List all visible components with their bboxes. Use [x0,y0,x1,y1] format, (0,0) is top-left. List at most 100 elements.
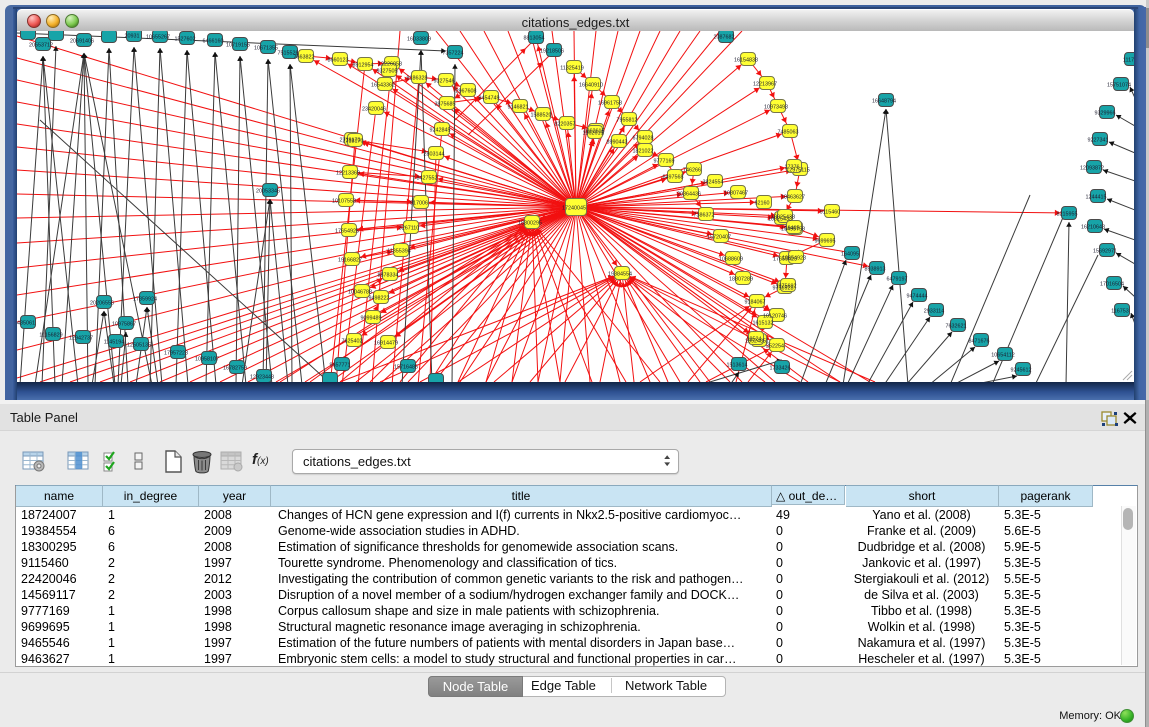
svg-text:7515526: 7515526 [278,51,299,57]
svg-text:20053346: 20053346 [256,189,280,195]
svg-text:19166827: 19166827 [338,258,362,264]
svg-text:17240045: 17240045 [562,206,586,212]
svg-text:8660123: 8660123 [328,58,349,64]
svg-text:1362615: 1362615 [583,131,604,137]
svg-text:2087682: 2087682 [714,35,735,41]
svg-text:9777169: 9777169 [654,159,675,165]
svg-text:9227341: 9227341 [1088,138,1109,144]
svg-text:7485063: 7485063 [778,130,799,136]
svg-text:8878334: 8878334 [378,273,399,279]
svg-text:12923448: 12923448 [250,375,274,381]
svg-text:7386372: 7386372 [694,213,715,219]
svg-text:7955812: 7955812 [617,118,638,124]
svg-text:3875685: 3875685 [435,102,456,108]
svg-text:1244415: 1244415 [1086,195,1107,201]
svg-text:19654923: 19654923 [782,256,806,262]
svg-text:9245612: 9245612 [1011,368,1032,374]
svg-text:10655267: 10655267 [146,35,170,41]
svg-text:6479197: 6479197 [887,277,908,283]
svg-text:10719155: 10719155 [226,43,250,49]
svg-text:16543362: 16543362 [371,83,395,89]
svg-text:8215955: 8215955 [1057,212,1078,218]
svg-text:15692971: 15692971 [1093,249,1117,255]
svg-text:6794028: 6794028 [633,136,654,142]
svg-text:18463627: 18463627 [781,195,805,201]
svg-text:10958107: 10958107 [195,357,219,363]
svg-text:10688609: 10688609 [719,257,743,263]
svg-text:435061: 435061 [17,321,35,327]
svg-text:252254: 252254 [766,344,784,350]
svg-text:12942737: 12942737 [69,336,93,342]
svg-text:8427552: 8427552 [417,176,438,182]
svg-text:3267110: 3267110 [399,226,420,232]
svg-text:8990443: 8990443 [607,140,628,146]
svg-text:17957223: 17957223 [164,351,188,357]
svg-text:20691406: 20691406 [70,39,94,45]
svg-text:11170: 11170 [1123,58,1134,64]
svg-text:2967608: 2967608 [456,89,477,95]
svg-text:3824554: 3824554 [703,180,724,186]
svg-text:1145194: 1145194 [104,340,125,346]
svg-text:15716485: 15716485 [394,365,418,371]
svg-text:16154838: 16154838 [734,58,758,64]
svg-text:2933114: 2933114 [924,309,945,315]
svg-text:12213369: 12213369 [336,171,360,177]
svg-text:18524: 18524 [747,337,762,343]
svg-text:1588520: 1588520 [531,113,552,119]
svg-text:7632621: 7632621 [946,324,967,330]
svg-text:18807289: 18807289 [729,277,753,283]
svg-text:8220357: 8220357 [555,122,576,128]
svg-text:16465: 16465 [785,226,800,232]
svg-text:8186328: 8186328 [407,76,428,82]
svg-text:9115460: 9115460 [820,210,841,216]
svg-text:10654112: 10654112 [991,353,1015,359]
svg-text:11355394: 11355394 [387,249,411,255]
svg-text:9184067: 9184067 [745,300,766,306]
svg-text:9327546: 9327546 [434,79,455,85]
svg-text:12226058: 12226058 [378,62,402,68]
svg-text:19218506: 19218506 [540,49,564,55]
svg-text:1615132: 1615132 [753,321,774,327]
svg-text:16648794: 16648794 [872,99,896,105]
svg-text:17654925: 17654925 [335,229,359,235]
svg-text:8471676: 8471676 [969,339,990,345]
svg-text:116753: 116753 [1111,309,1129,315]
svg-text:20553712: 20553712 [29,43,53,49]
svg-text:917006: 917006 [410,201,428,207]
svg-text:16914479: 16914479 [374,341,398,347]
svg-text:9242845: 9242845 [430,128,451,134]
svg-text:12505135: 12505135 [127,343,151,349]
svg-text:8454749: 8454749 [479,96,500,102]
svg-text:1733426: 1733426 [770,366,791,372]
svg-text:7625402: 7625402 [342,339,363,345]
svg-text:9498222: 9498222 [369,296,390,302]
svg-text:8938913: 8938913 [865,267,886,273]
svg-text:10107553: 10107553 [332,199,356,205]
svg-text:11325419: 11325419 [560,66,584,72]
svg-text:20931: 20931 [125,34,140,40]
svg-text:15751074: 15751074 [1107,83,1131,89]
svg-text:23420046: 23420046 [362,107,386,113]
svg-text:9146821: 9146821 [508,105,529,111]
svg-text:9329966: 9329966 [1095,111,1116,117]
svg-text:17016504: 17016504 [1100,282,1124,288]
svg-text:1975692: 1975692 [776,284,797,290]
svg-text:10120746: 10120746 [763,314,787,320]
svg-text:20206556: 20206556 [90,301,114,307]
svg-text:10975867: 10975867 [112,322,136,328]
svg-text:10671355: 10671355 [254,46,278,52]
svg-text:9099489: 9099489 [361,316,382,322]
svg-text:6497568: 6497568 [663,175,684,181]
svg-text:1821022: 1821022 [633,149,654,155]
svg-text:17859924: 17859924 [133,297,157,303]
svg-text:15720407: 15720407 [707,235,731,241]
svg-text:12213967: 12213967 [753,82,777,88]
svg-text:8912954: 8912954 [353,63,374,69]
svg-text:20364436: 20364436 [677,192,701,198]
svg-text:1513614: 1513614 [727,363,748,369]
svg-text:9474444: 9474444 [907,294,928,300]
svg-text:9699695: 9699695 [815,239,836,245]
svg-text:62160: 62160 [755,201,770,207]
svg-text:2718170: 2718170 [343,139,364,145]
svg-text:17376: 17376 [785,165,800,171]
